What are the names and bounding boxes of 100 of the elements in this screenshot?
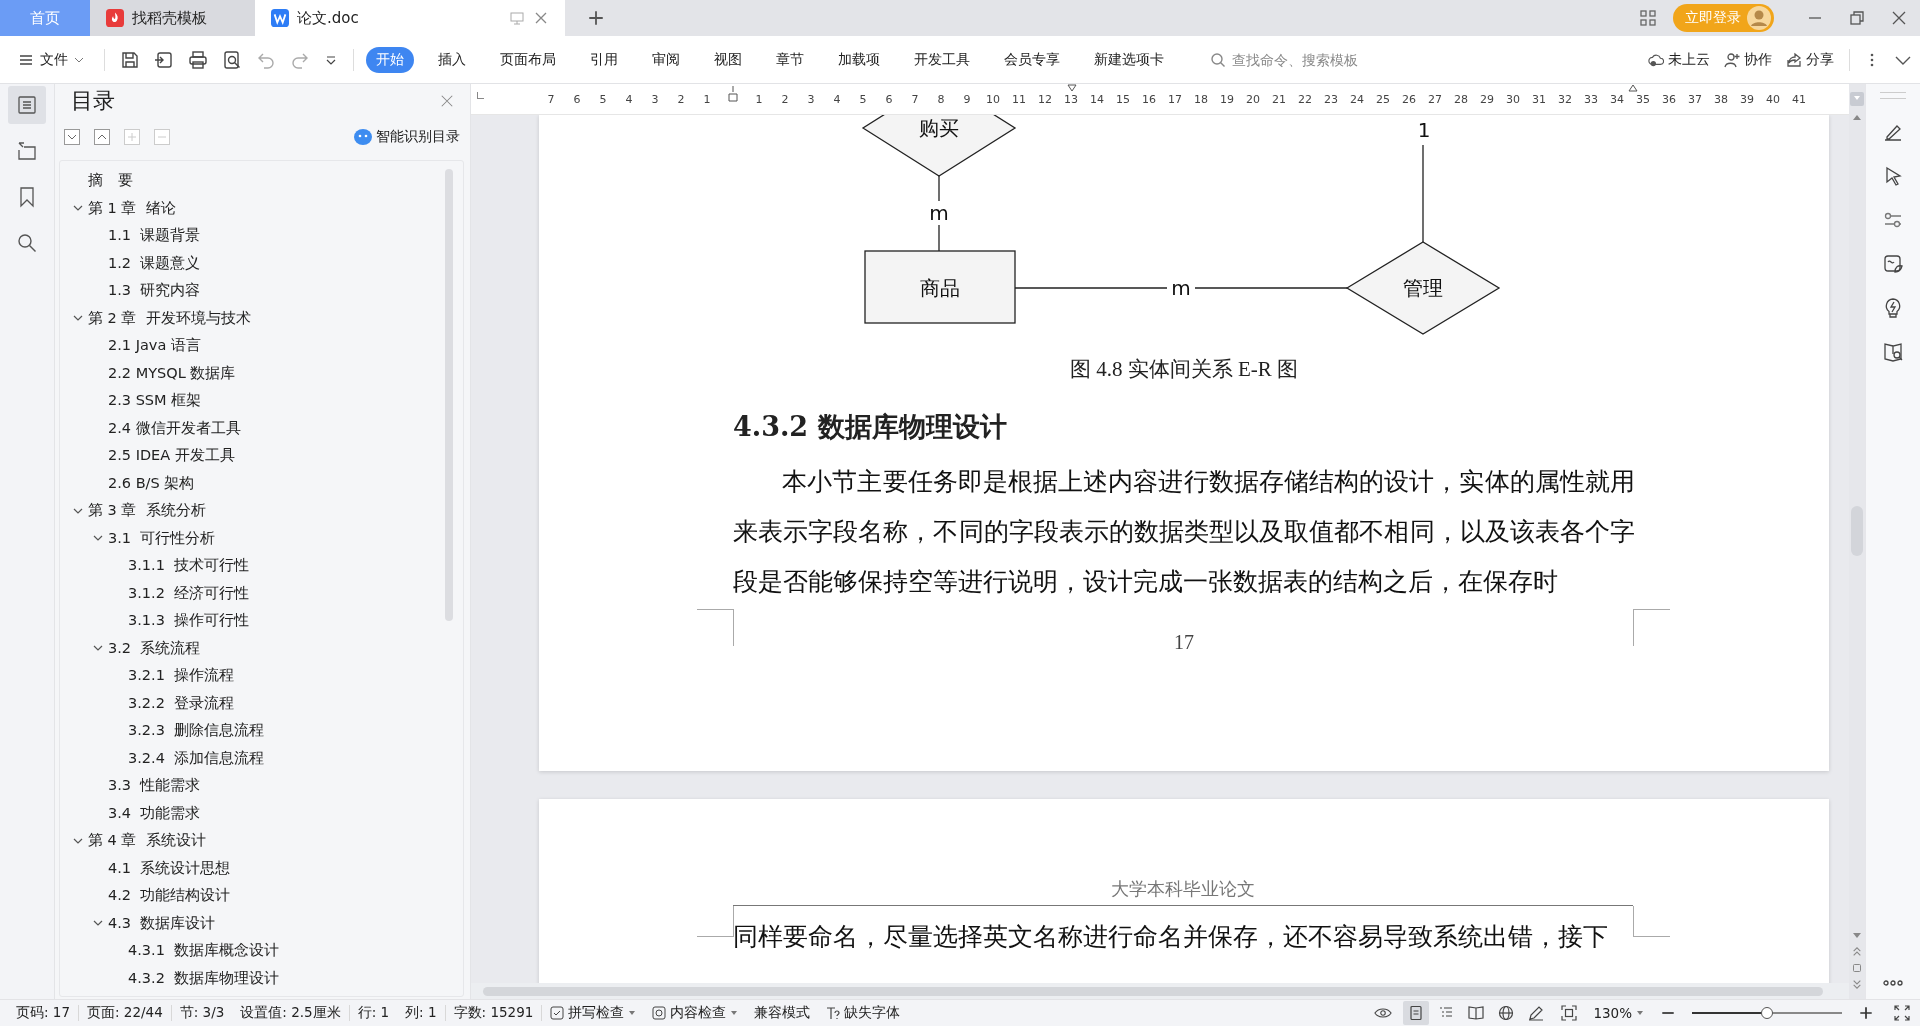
restore-icon[interactable] [1848, 9, 1866, 27]
toc-entry[interactable]: 4.1 系统设计思想 [108, 858, 231, 878]
font-question-icon [826, 1006, 841, 1020]
toc-entry[interactable]: 2.3 SSM 框架 [108, 391, 202, 411]
new-tab-icon[interactable] [587, 9, 605, 27]
toc-entry[interactable]: 3.2.4 添加信息流程 [128, 748, 265, 768]
slider-thumb[interactable] [1761, 1007, 1773, 1019]
toc-entry[interactable]: 摘 要 [88, 171, 133, 191]
toc-entry[interactable]: 第 2 章 开发环境与技术 [88, 308, 251, 328]
toc-entry[interactable]: 3.3 性能需求 [108, 776, 201, 796]
toc-entry[interactable]: 1.2 课题意义 [108, 253, 201, 273]
file-menu[interactable]: 文件 [18, 50, 84, 69]
grid-icon[interactable] [1639, 9, 1657, 27]
ribbon-tab[interactable]: 章节 [766, 46, 814, 73]
expand-all-icon[interactable] [64, 129, 80, 145]
browse-object-icon[interactable] [1852, 963, 1862, 973]
cloud-action[interactable]: 未上云 [1648, 50, 1710, 69]
panel-title: 目录 [71, 87, 115, 115]
ruler-number: 1 [703, 93, 711, 106]
section-heading: 4.3.2 数据库物理设计 [733, 410, 1008, 444]
ribbon-tab[interactable]: 开发工具 [904, 46, 980, 73]
status-text: 列: 1 [405, 1004, 437, 1022]
collapse-all-icon[interactable] [94, 129, 110, 145]
ruler-number: 5 [859, 93, 867, 106]
ruler-number: 38 [1714, 93, 1728, 106]
drag-handle[interactable] [1880, 92, 1906, 99]
print-preview-icon[interactable] [222, 49, 242, 70]
missing-fonts-button[interactable]: 缺失字体 [826, 1004, 901, 1022]
toc-entry[interactable]: 3.2.2 登录流程 [128, 693, 235, 713]
toc-entry[interactable]: 2.1 Java 语言 [108, 336, 201, 356]
ruler-number: 2 [677, 93, 685, 106]
ruler-number: 37 [1688, 93, 1702, 106]
toc-entry[interactable]: 3.2.3 删除信息流程 [128, 721, 265, 741]
body-paragraph: 同样要命名，尽量选择英文名称进行命名并保存，还不容易导致系统出错，接下 [733, 922, 1608, 952]
page-view-icon[interactable] [1403, 1001, 1430, 1025]
fullscreen-icon[interactable] [1893, 1005, 1911, 1021]
fit-page-icon[interactable] [1560, 1005, 1579, 1021]
image-leaf-icon[interactable] [1882, 253, 1904, 275]
toc-entry[interactable]: 3.1 可行性分析 [108, 528, 216, 548]
document-tab[interactable]: 找稻壳模板 [90, 0, 255, 36]
ruler-toggle-icon[interactable] [1850, 92, 1864, 106]
check-button[interactable]: 内容检查 [652, 1004, 739, 1022]
more-icon[interactable] [1882, 979, 1904, 987]
toc-entry[interactable]: 3.1.1 技术可行性 [128, 556, 250, 576]
toc-entry[interactable]: 4.3 数据库设计 [108, 913, 216, 933]
toc-entry[interactable]: 2.6 B/S 架构 [108, 473, 195, 493]
ribbon-tab[interactable]: 新建选项卡 [1084, 46, 1174, 73]
check-button[interactable]: 拼写检查 [550, 1004, 637, 1022]
ribbon-tab[interactable]: 页面布局 [490, 46, 566, 73]
toc-entry[interactable]: 第 1 章 绪论 [88, 198, 176, 218]
ribbon-tab[interactable]: 会员专享 [994, 46, 1070, 73]
ribbon-tab[interactable]: 插入 [428, 46, 476, 73]
close-icon[interactable] [533, 10, 549, 26]
smart-toc-button[interactable]: 智能识别目录 [354, 128, 460, 146]
export-icon[interactable] [154, 49, 174, 70]
ribbon-tab[interactable]: 引用 [580, 46, 628, 73]
document-tab[interactable]: 论文.doc [255, 0, 565, 36]
cloud-action[interactable]: 分享 [1786, 50, 1834, 69]
save-icon[interactable] [120, 49, 140, 70]
toc-entry[interactable]: 3.4 功能需求 [108, 803, 201, 823]
toc-entry[interactable]: 2.2 MYSQL 数据库 [108, 363, 236, 383]
ruler-number: 22 [1298, 93, 1312, 106]
close-icon[interactable] [1890, 9, 1908, 27]
ribbon-tab[interactable]: 开始 [366, 46, 414, 73]
toc-entry[interactable]: 4.3.1 数据库概念设计 [128, 941, 280, 961]
next-page-icon[interactable] [1852, 979, 1862, 989]
toc-entry[interactable]: 3.2 系统流程 [108, 638, 201, 658]
ruler-number: 7 [911, 93, 919, 106]
toc-entry[interactable]: 4.3.2 数据库物理设计 [128, 968, 280, 988]
toc-entry[interactable]: 1.3 研究内容 [108, 281, 201, 301]
toc-entry[interactable]: 3.1.3 操作可行性 [128, 611, 250, 631]
close-icon[interactable] [440, 94, 454, 108]
toc-entry[interactable]: 2.4 微信开发者工具 [108, 418, 241, 438]
indent-marker[interactable] [728, 86, 738, 102]
toc-entry[interactable]: 2.5 IDEA 开发工具 [108, 446, 235, 466]
ruler-number: 3 [807, 93, 815, 106]
toc-entry[interactable]: 3.1.2 经济可行性 [128, 583, 250, 603]
toc-entry[interactable]: 第 3 章 系统分析 [88, 501, 206, 521]
toc-entry[interactable]: 4.2 功能结构设计 [108, 886, 231, 906]
toc-entry[interactable]: 1.1 课题背景 [108, 226, 201, 246]
scrollbar-thumb[interactable] [445, 169, 453, 621]
ribbon-tab[interactable]: 加载项 [828, 46, 890, 73]
status-text: 节: 3/3 [179, 1004, 225, 1022]
book-search-icon[interactable] [1882, 341, 1904, 363]
ruler-number: 27 [1428, 93, 1442, 106]
scrollbar-thumb[interactable] [483, 986, 1823, 996]
zoom-in-icon[interactable] [1857, 1005, 1875, 1021]
toc-entry[interactable]: 第 4 章 系统设计 [88, 831, 206, 851]
toc-icon[interactable] [8, 86, 46, 124]
toc-entry[interactable]: 3.2.1 操作流程 [128, 666, 235, 686]
command-search-field[interactable]: 查找命令、搜索模板 [1210, 50, 1410, 69]
previous-page-icon[interactable] [1852, 947, 1862, 957]
cloud-action[interactable]: 协作 [1724, 50, 1772, 69]
ribbon-tab[interactable]: 审阅 [642, 46, 690, 73]
status-text: 设置值: 2.5厘米 [240, 1004, 341, 1022]
ribbon-tab[interactable]: 视图 [704, 46, 752, 73]
zoom-dropdown[interactable]: 130% [1593, 1005, 1644, 1021]
caret-icon [730, 1009, 739, 1017]
eye-icon[interactable] [1374, 1005, 1393, 1021]
print-icon[interactable] [188, 49, 208, 70]
